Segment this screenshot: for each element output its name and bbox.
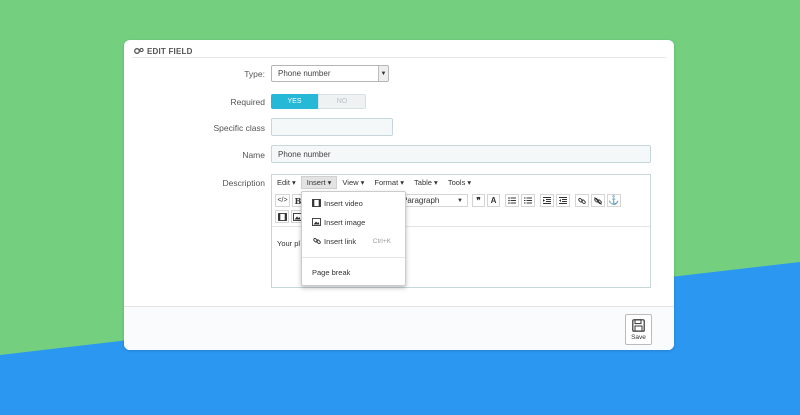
required-yes-option[interactable]: YES <box>271 94 318 109</box>
bullet-list-icon <box>508 197 516 204</box>
required-toggle: YES NO <box>271 94 366 109</box>
panel-title: EDIT FIELD <box>147 46 193 56</box>
code-button[interactable]: </> <box>275 194 290 207</box>
menu-table[interactable]: Table ▾ <box>409 176 443 189</box>
numbered-list-button[interactable] <box>521 194 535 207</box>
link-button[interactable] <box>575 194 589 207</box>
description-label: Description <box>222 178 265 188</box>
panel-header: EDIT FIELD <box>134 44 193 58</box>
menu-edit[interactable]: Edit ▾ <box>272 176 301 189</box>
insert-video-button[interactable] <box>275 210 289 223</box>
specific-class-label: Specific class <box>213 123 266 133</box>
required-no-option[interactable]: NO <box>318 94 366 109</box>
required-label: Required <box>230 97 266 107</box>
anchor-button[interactable]: ⚓ <box>607 194 621 207</box>
menu-format[interactable]: Format ▾ <box>369 176 409 189</box>
header-divider <box>132 57 666 58</box>
editor-content-text: Your pl <box>277 239 301 248</box>
video-icon <box>277 212 287 221</box>
floppy-disk-icon <box>632 318 645 332</box>
menu-item-insert-image[interactable]: Insert image <box>312 215 399 229</box>
code-icon: </> <box>277 197 288 204</box>
link-icon <box>312 237 321 246</box>
panel-footer: Save <box>124 306 674 350</box>
font-color-button[interactable]: A <box>487 194 500 207</box>
font-color-icon: A <box>490 196 497 205</box>
menu-insert[interactable]: Insert ▾ <box>300 176 338 189</box>
name-input-value: Phone number <box>278 149 331 159</box>
type-select-value: Phone number <box>278 69 331 78</box>
menu-divider <box>302 257 405 258</box>
numbered-list-icon <box>524 197 532 204</box>
indent-button[interactable] <box>556 194 570 207</box>
name-input[interactable]: Phone number <box>271 145 651 163</box>
blockquote-button[interactable]: ❞ <box>472 194 485 207</box>
anchor-icon: ⚓ <box>608 195 620 205</box>
type-select[interactable]: Phone number ▼ <box>271 65 389 82</box>
unlink-icon <box>594 196 602 205</box>
chevron-down-icon: ▼ <box>457 197 463 204</box>
bullet-list-button[interactable] <box>505 194 519 207</box>
name-label: Name <box>242 150 265 160</box>
insert-dropdown-menu: Insert video Insert image Insert link Ct… <box>301 191 406 286</box>
menu-item-insert-video[interactable]: Insert video <box>312 196 399 210</box>
gears-icon <box>134 47 144 54</box>
menu-view[interactable]: View ▾ <box>337 176 369 189</box>
paragraph-select[interactable]: Paragraph ▼ <box>397 194 468 207</box>
video-icon <box>312 199 321 208</box>
indent-icon <box>559 197 567 204</box>
outdent-icon <box>543 197 551 204</box>
shortcut-hint: Ctrl+K <box>372 237 391 245</box>
image-icon <box>312 218 321 227</box>
unlink-button[interactable] <box>591 194 605 207</box>
editor-menubar: Edit ▾ Insert ▾ View ▾ Format ▾ Table ▾ … <box>272 175 650 190</box>
chevron-down-icon: ▼ <box>378 66 388 81</box>
link-icon <box>578 197 586 204</box>
outdent-button[interactable] <box>540 194 554 207</box>
menu-tools[interactable]: Tools ▾ <box>443 176 476 189</box>
specific-class-input[interactable] <box>271 118 393 136</box>
save-label: Save <box>631 333 646 341</box>
blockquote-icon: ❞ <box>476 196 481 205</box>
type-label: Type: <box>244 69 265 79</box>
menu-item-page-break[interactable]: Page break <box>312 265 399 279</box>
menu-item-insert-link[interactable]: Insert link Ctrl+K <box>312 234 399 248</box>
save-button[interactable]: Save <box>625 314 652 345</box>
